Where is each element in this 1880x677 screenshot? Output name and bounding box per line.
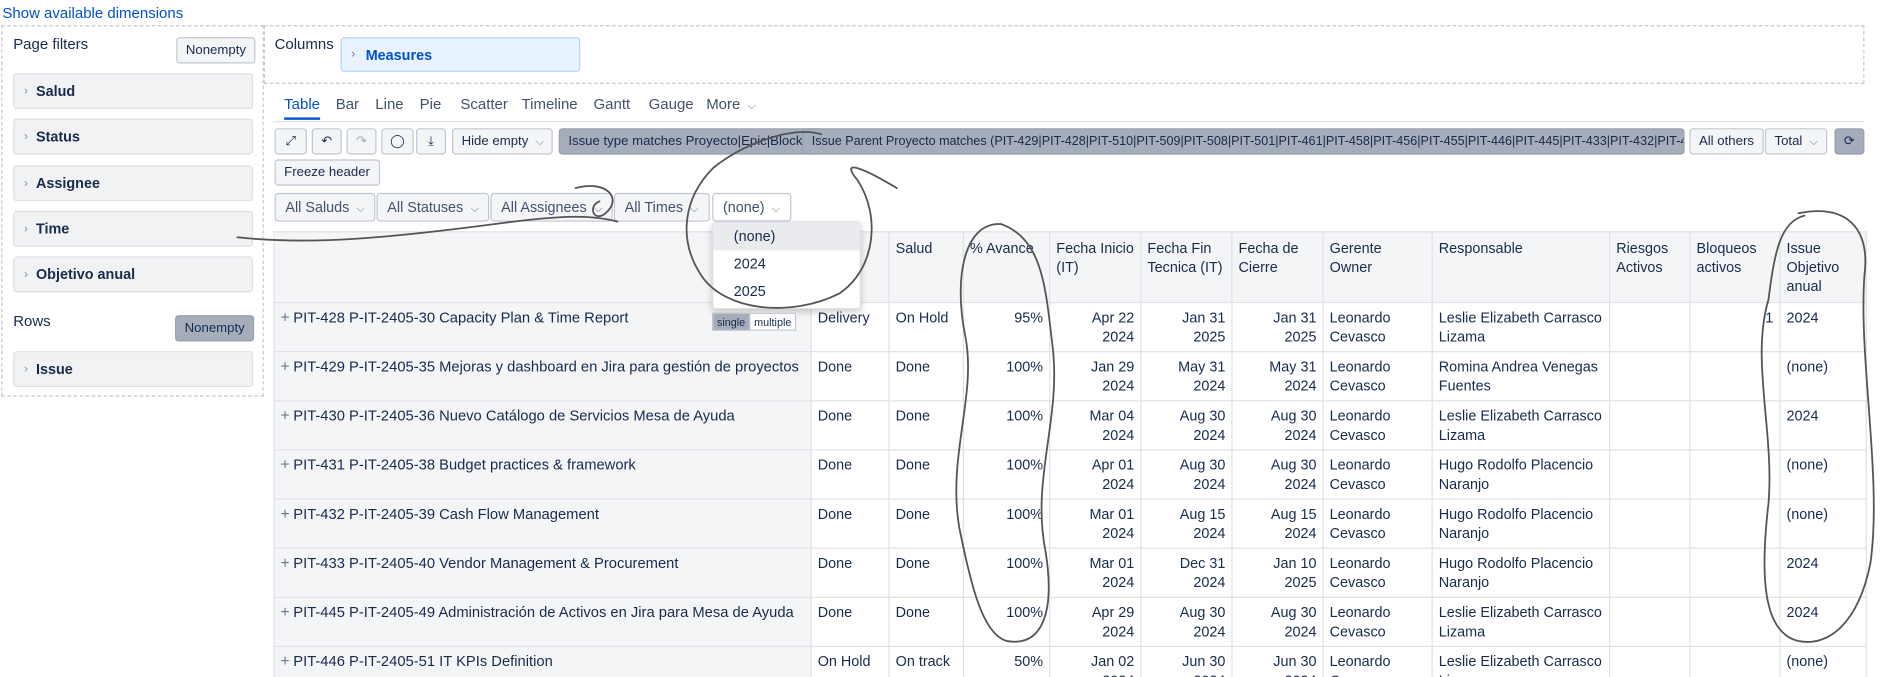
scribble-objetivo-circle xyxy=(1760,210,1875,643)
scribble-annotations xyxy=(236,131,1875,643)
scribble-dropdown-circle xyxy=(685,131,898,309)
scribble-underline xyxy=(236,215,619,242)
scribble-avance-circle xyxy=(955,223,1056,643)
scribble-curl xyxy=(574,185,614,218)
